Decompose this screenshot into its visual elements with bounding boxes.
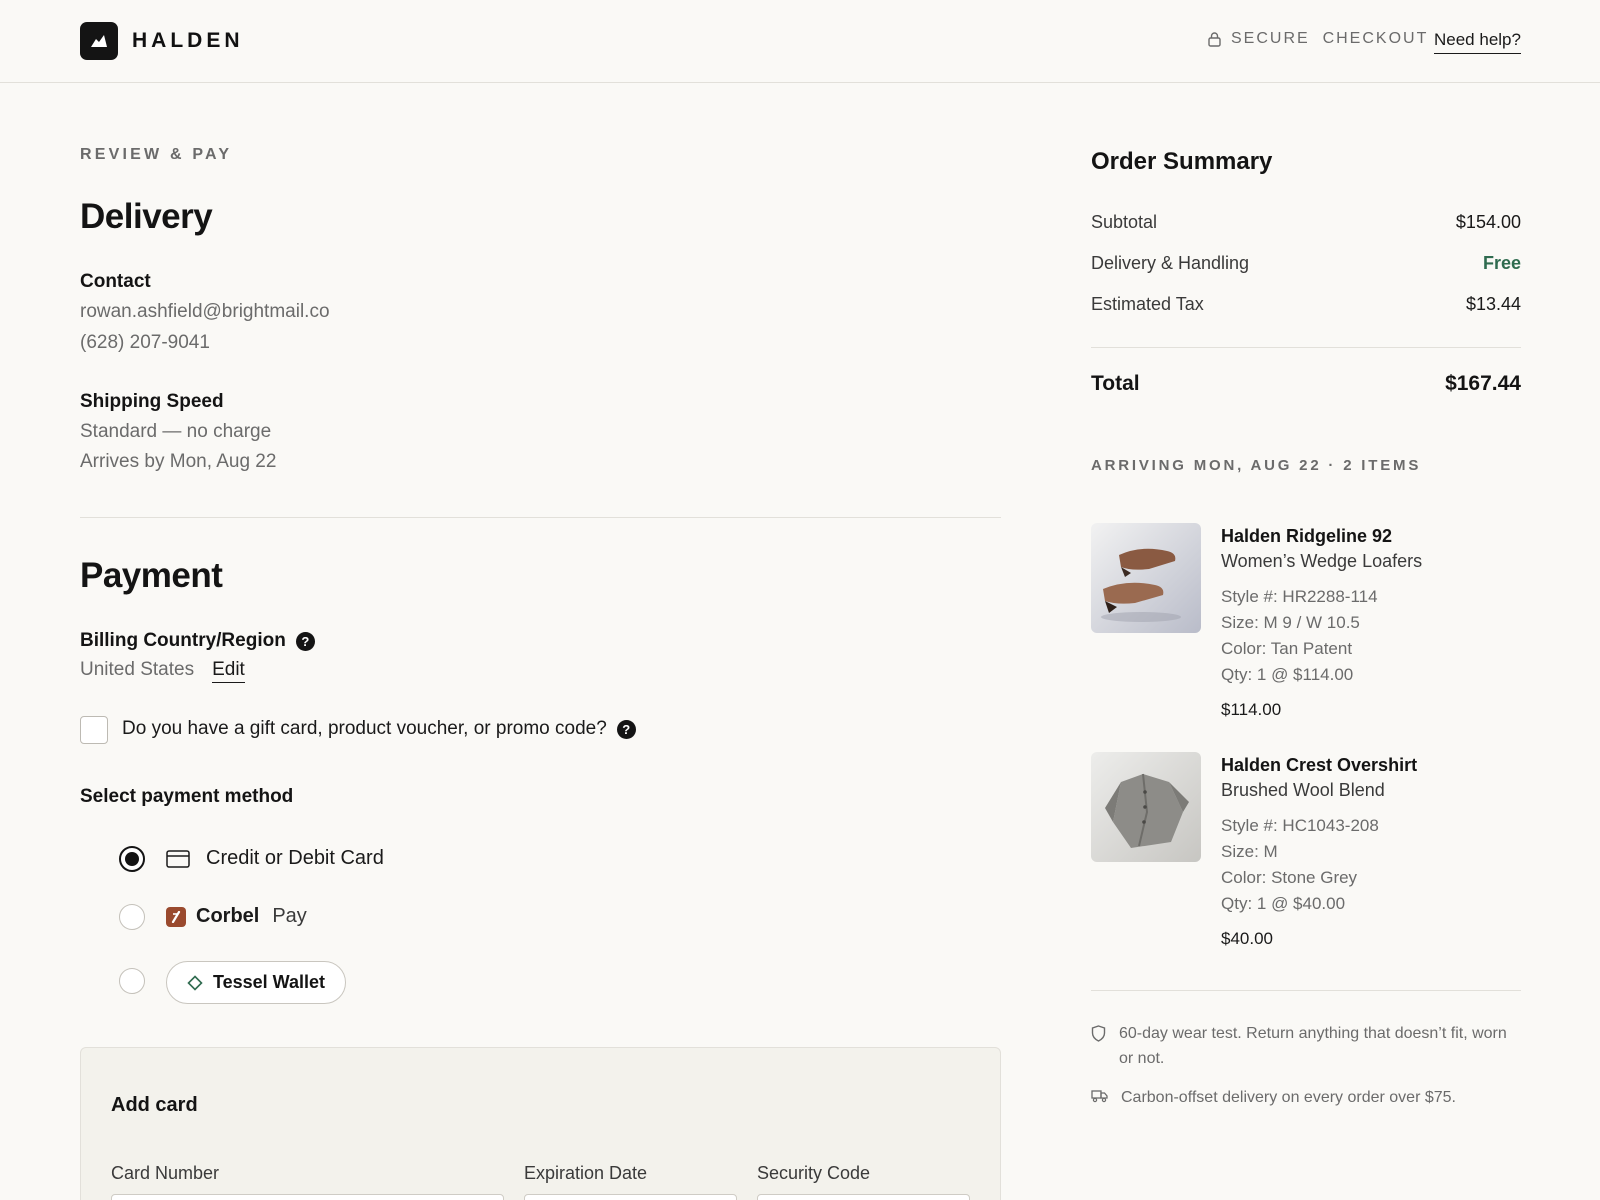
- total-value: $167.44: [1445, 372, 1521, 395]
- shipping-speed-label: Shipping Speed: [80, 391, 224, 412]
- brand-name: HALDEN: [132, 29, 244, 52]
- security-code-label: Security Code: [757, 1163, 871, 1183]
- truck-icon: [1091, 1090, 1108, 1103]
- expiration-date-input[interactable]: [524, 1194, 737, 1200]
- corbel-logo-icon: [166, 906, 186, 927]
- order-summary-title: Order Summary: [1091, 148, 1273, 175]
- estimated-tax-value: $13.44: [1465, 294, 1521, 314]
- diamond-icon: [187, 974, 203, 991]
- carbon-offset-note: Carbon-offset delivery on every order ov…: [1091, 1085, 1521, 1110]
- secure-checkout-badge: SECURE CHECKOUT: [1208, 30, 1428, 48]
- add-card-panel: Add card Card Number Expiration Date Sec…: [80, 1047, 1001, 1200]
- item-name[interactable]: Halden Crest Overshirt: [1221, 755, 1417, 776]
- payment-option-corbel[interactable]: Corbel Pay: [166, 905, 307, 928]
- corbel-brand-label: Corbel: [196, 905, 260, 927]
- corbel-pay-label: Pay: [272, 905, 307, 927]
- lock-icon: [1208, 31, 1221, 47]
- wear-test-text: 60-day wear test. Return anything that d…: [1119, 1025, 1507, 1067]
- delivery-handling-label: Delivery & Handling: [1091, 253, 1250, 273]
- arriving-eyebrow: ARRIVING MON, AUG 22 · 2 ITEMS: [1091, 457, 1422, 474]
- page-eyebrow: REVIEW & PAY: [80, 146, 233, 163]
- security-code-input[interactable]: [757, 1194, 970, 1200]
- promo-help-question-icon[interactable]: ?: [616, 719, 636, 739]
- item-qty: Qty: 1 @ $114.00: [1221, 665, 1354, 684]
- item-price: $40.00: [1221, 929, 1273, 948]
- payment-method-label: Select payment method: [80, 786, 294, 807]
- promo-code-question: Do you have a gift card, product voucher…: [122, 718, 607, 739]
- payment-heading: Payment: [80, 556, 223, 595]
- billing-country-row: United States Edit: [80, 659, 245, 683]
- help-question-icon[interactable]: ?: [295, 631, 315, 651]
- item-size: Size: M 9 / W 10.5: [1221, 613, 1360, 632]
- product-image-loafers[interactable]: [1091, 523, 1201, 633]
- credit-card-icon: [166, 849, 190, 868]
- logo-mark-icon: [80, 22, 118, 60]
- item-subtitle: Women’s Wedge Loafers: [1221, 551, 1423, 571]
- item-color: Color: Tan Patent: [1221, 639, 1353, 658]
- carbon-offset-text: Carbon-offset delivery on every order ov…: [1121, 1089, 1456, 1106]
- card-number-label: Card Number: [111, 1163, 220, 1183]
- brand-logo[interactable]: HALDEN: [80, 22, 244, 60]
- item-size: Size: M: [1221, 842, 1278, 861]
- delivery-row: Delivery & Handling Free: [1091, 253, 1521, 274]
- card-number-input[interactable]: [111, 1194, 504, 1200]
- payment-option-card-label: Credit or Debit Card: [206, 847, 384, 869]
- tax-row: Estimated Tax $13.44: [1091, 294, 1521, 315]
- estimated-tax-label: Estimated Tax: [1091, 294, 1204, 314]
- payment-option-card[interactable]: Credit or Debit Card: [166, 847, 384, 870]
- tessel-wallet-button[interactable]: Tessel Wallet: [166, 961, 346, 1004]
- section-divider: [80, 517, 1001, 518]
- need-help-link[interactable]: Need help?: [1434, 30, 1521, 54]
- billing-country-label-text: Billing Country/Region: [80, 630, 286, 651]
- total-label: Total: [1091, 372, 1140, 395]
- expiration-date-label: Expiration Date: [524, 1163, 648, 1183]
- radio-credit-card[interactable]: [119, 846, 145, 872]
- item-color: Color: Stone Grey: [1221, 868, 1358, 887]
- item-style: Style #: HC1043-208: [1221, 816, 1379, 835]
- summary-divider: [1091, 347, 1521, 348]
- subtotal-row: Subtotal $154.00: [1091, 212, 1521, 233]
- contact-phone: (628) 207-9041: [80, 332, 210, 353]
- item-subtitle: Brushed Wool Blend: [1221, 780, 1385, 800]
- total-row: Total $167.44: [1091, 372, 1521, 396]
- radio-tessel-wallet[interactable]: [119, 968, 145, 994]
- shipping-method: Standard — no charge: [80, 421, 272, 442]
- product-image-overshirt[interactable]: [1091, 752, 1201, 862]
- delivery-handling-value: Free: [1482, 253, 1521, 273]
- item-style: Style #: HR2288-114: [1221, 587, 1378, 606]
- site-header: HALDEN SECURE CHECKOUT Need help?: [0, 0, 1600, 83]
- contact-label: Contact: [80, 271, 151, 292]
- delivery-heading: Delivery: [80, 197, 213, 236]
- contact-email: rowan.ashfield@brightmail.co: [80, 301, 330, 322]
- secure-checkout-label: SECURE CHECKOUT: [1231, 30, 1429, 47]
- notes-divider: [1091, 990, 1521, 991]
- tessel-wallet-label: Tessel Wallet: [212, 972, 326, 992]
- item-price: $114.00: [1221, 700, 1282, 719]
- subtotal-value: $154.00: [1455, 212, 1521, 232]
- promo-code-checkbox[interactable]: [80, 716, 108, 744]
- shipping-arrival: Arrives by Mon, Aug 22: [80, 451, 277, 472]
- shield-icon: [1091, 1025, 1106, 1042]
- subtotal-label: Subtotal: [1091, 212, 1158, 232]
- item-name[interactable]: Halden Ridgeline 92: [1221, 526, 1392, 547]
- radio-corbel-pay[interactable]: [119, 904, 145, 930]
- billing-country-label: Billing Country/Region ?: [80, 630, 315, 652]
- wear-test-note: 60-day wear test. Return anything that d…: [1091, 1021, 1521, 1071]
- billing-country-value: United States: [80, 659, 195, 680]
- promo-code-label: Do you have a gift card, product voucher…: [122, 718, 636, 740]
- add-card-title: Add card: [111, 1094, 198, 1116]
- item-qty: Qty: 1 @ $40.00: [1221, 894, 1346, 913]
- edit-billing-link[interactable]: Edit: [212, 659, 245, 683]
